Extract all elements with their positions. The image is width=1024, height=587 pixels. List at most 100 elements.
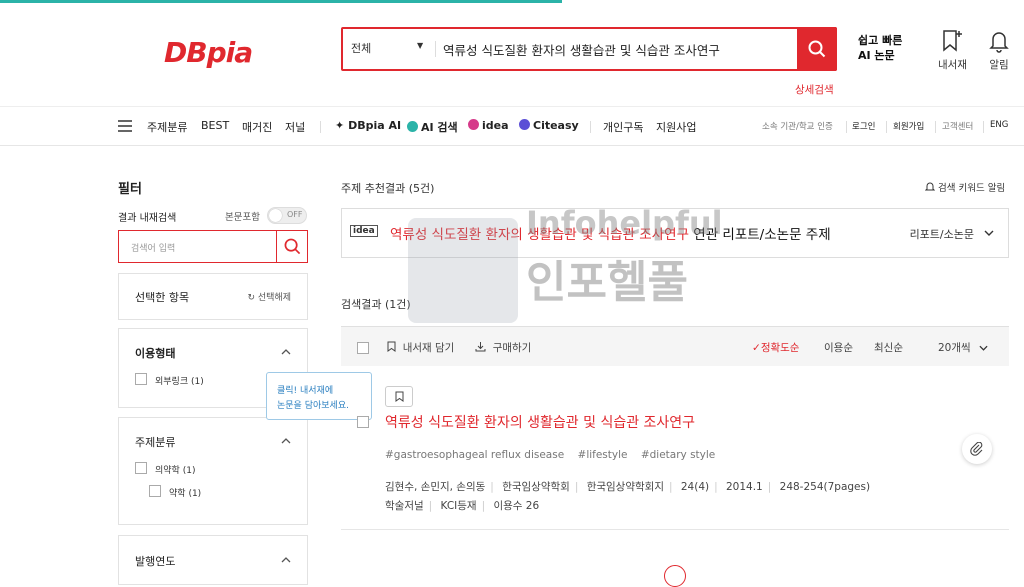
results-toolbar: 내서재 담기 구매하기 ✓정확도순 이용순 최신순 20개씩	[341, 326, 1009, 366]
selected-items-panel: 선택한 항목 ↻ 선택해제	[118, 273, 308, 320]
result-journal[interactable]: 한국임상약학회지	[587, 481, 664, 493]
menu-icon[interactable]	[118, 120, 132, 132]
result-kci: KCI등재	[440, 500, 477, 512]
site-header: DBpia 전체 ▼ 역류성 식도질환 환자의 생활습관 및 식습관 조사연구 …	[0, 3, 1024, 106]
alerts-button[interactable]: 알림	[988, 29, 1010, 72]
result-checkbox[interactable]	[357, 416, 369, 428]
usage-option-checkbox[interactable]	[135, 373, 147, 385]
refresh-icon: ↻	[247, 293, 255, 303]
sort-usage[interactable]: 이용순	[824, 340, 853, 355]
search-separator	[276, 231, 277, 262]
main-nav: 주제분류 BEST 매거진 저널 ✦ DBpia AI AI 검색 idea C…	[0, 106, 1024, 146]
pub-year-panel: 발행연도	[118, 535, 308, 585]
in-result-search-label: 결과 내재검색	[118, 213, 177, 224]
search-icon[interactable]	[284, 238, 301, 255]
citeasy-icon	[519, 119, 530, 130]
chevron-up-icon[interactable]	[281, 349, 291, 355]
bookmark-icon	[395, 391, 403, 402]
nav-citeasy[interactable]: Citeasy	[519, 119, 579, 132]
recommend-suffix: 연관 리포트/소논문 주제	[689, 227, 831, 243]
subject-option-checkbox[interactable]	[135, 462, 147, 474]
login-link[interactable]: 로그인	[852, 120, 875, 132]
recommend-query: 역류성 식도질환 환자의 생활습관 및 식습관 조사연구	[390, 227, 689, 243]
nav-best[interactable]: BEST	[201, 119, 229, 132]
in-result-search-box: 검색어 입력	[118, 230, 308, 263]
nav-divider	[983, 121, 984, 133]
nav-idea-label: idea	[482, 119, 509, 132]
clear-selection-button[interactable]: ↻ 선택해제	[247, 290, 291, 303]
result-authors[interactable]: 김현수, 손민지, 손의동	[385, 481, 485, 493]
caret-down-icon[interactable]: ▼	[417, 41, 423, 50]
tooltip-line1: 클릭! 내서재에	[277, 386, 334, 396]
nav-divider	[935, 121, 936, 133]
sort-accuracy[interactable]: ✓정확도순	[752, 340, 799, 355]
in-result-search-input[interactable]: 검색어 입력	[131, 241, 175, 254]
result-pages: 248-254(7pages)	[779, 481, 871, 493]
tag[interactable]: #dietary style	[641, 449, 715, 461]
pub-year-title: 발행연도	[135, 555, 176, 568]
attachment-button[interactable]	[962, 434, 992, 464]
check-icon: ✓	[752, 342, 761, 354]
bell-icon	[924, 182, 936, 191]
chevron-up-icon[interactable]	[281, 438, 291, 444]
sort-recent[interactable]: 최신순	[874, 340, 903, 355]
usage-option-label: 외부링크 (1)	[155, 377, 204, 387]
result-date: 2014.1	[726, 481, 763, 493]
recommend-text[interactable]: 역류성 식도질환 환자의 생활습관 및 식습관 조사연구 연관 리포트/소논문 …	[390, 223, 831, 243]
add-library-button[interactable]: 내서재 담기	[387, 340, 454, 355]
institution-auth-link[interactable]: 소속 기관/학교 인증	[762, 120, 833, 132]
subject-suboption-checkbox[interactable]	[149, 485, 161, 497]
purchase-button[interactable]: 구매하기	[475, 340, 531, 355]
search-input[interactable]: 역류성 식도질환 환자의 생활습관 및 식습관 조사연구	[443, 40, 720, 59]
nav-subscription[interactable]: 개인구독	[603, 119, 643, 135]
chevron-up-icon[interactable]	[281, 557, 291, 563]
nav-subject[interactable]: 주제분류	[147, 119, 187, 135]
recommend-box[interactable]: idea 역류성 식도질환 환자의 생활습관 및 식습관 조사연구 연관 리포트…	[341, 208, 1009, 258]
idea-icon	[468, 119, 479, 130]
per-page-select[interactable]: 20개씩	[938, 340, 988, 355]
subject-option-label: 의약학 (1)	[155, 466, 196, 476]
nav-support[interactable]: 지원사업	[656, 119, 696, 135]
nav-idea[interactable]: idea	[468, 119, 509, 132]
recommend-type: 리포트/소논문	[909, 228, 974, 241]
chevron-down-icon[interactable]	[984, 230, 994, 236]
nav-divider	[846, 121, 847, 133]
tag[interactable]: #gastroesophageal reflux disease	[385, 449, 564, 461]
nav-ai-search[interactable]: AI 검색	[407, 119, 458, 135]
nav-divider	[590, 121, 591, 133]
toggle-state: OFF	[287, 210, 303, 219]
result-society[interactable]: 한국임상약학회	[502, 481, 570, 493]
result-title[interactable]: 역류성 식도질환 환자의 생활습관 및 식습관 조사연구	[385, 412, 695, 432]
search-button[interactable]	[797, 27, 837, 71]
tag[interactable]: #lifestyle	[578, 449, 628, 461]
bell-icon	[989, 32, 1009, 53]
dbpia-logo[interactable]: DBpia	[164, 36, 253, 69]
result-meta: 김현수, 손민지, 손의동 | 한국임상약학회 | 한국임상약학회지 | 24(4) |…	[385, 481, 871, 493]
result-bookmark-button[interactable]	[385, 386, 413, 407]
select-all-checkbox[interactable]	[357, 342, 369, 354]
signup-link[interactable]: 회원가입	[893, 120, 924, 132]
detail-search-link[interactable]: 상세검색	[795, 82, 834, 97]
my-library-button[interactable]: 내서재	[938, 29, 967, 72]
download-icon	[475, 342, 486, 352]
customer-center-link[interactable]: 고객센터	[942, 120, 973, 132]
nav-magazine[interactable]: 매거진	[242, 119, 272, 135]
results-count: 검색결과 (1건)	[341, 298, 411, 311]
bookmark-plus-icon	[943, 30, 963, 52]
ai-paper-link[interactable]: 쉽고 빠른 AI 논문	[858, 33, 902, 63]
pagination-current[interactable]	[664, 565, 686, 587]
nav-dbpia-ai[interactable]: ✦ DBpia AI	[335, 119, 401, 132]
ai-paper-line1: 쉽고 빠른	[858, 34, 903, 47]
nav-journal[interactable]: 저널	[285, 119, 305, 135]
keyword-alert-button[interactable]: 검색 키워드 알림	[924, 180, 1005, 194]
search-scope-select[interactable]: 전체	[351, 40, 371, 56]
chevron-down-icon	[979, 345, 988, 351]
subject-title: 주제분류	[135, 436, 176, 449]
selected-items-label: 선택한 항목	[135, 291, 190, 304]
result-tags: #gastroesophageal reflux disease #lifest…	[385, 449, 725, 461]
subject-panel: 주제분류 의약학 (1) 약학 (1)	[118, 417, 308, 525]
body-include-toggle[interactable]: OFF	[267, 207, 307, 224]
result-volume[interactable]: 24(4)	[681, 481, 709, 493]
idea-badge: idea	[350, 225, 378, 237]
language-link[interactable]: ENG	[990, 120, 1008, 130]
